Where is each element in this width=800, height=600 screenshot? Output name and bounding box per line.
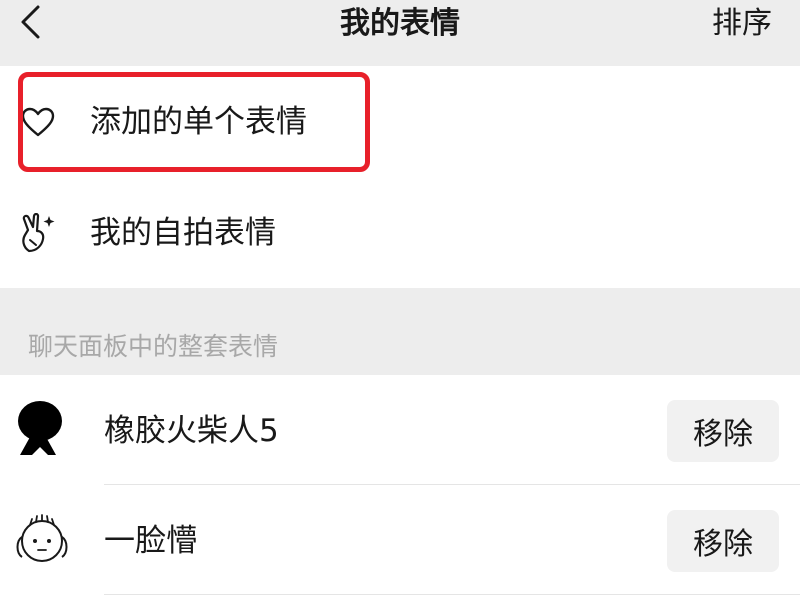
my-stickers-group: 添加的单个表情 我的自拍表情 bbox=[0, 66, 800, 288]
victory-hand-sparkle-icon bbox=[18, 212, 58, 253]
selfie-stickers-item[interactable]: 我的自拍表情 bbox=[0, 177, 800, 288]
selfie-stickers-label: 我的自拍表情 bbox=[90, 214, 276, 251]
divider bbox=[104, 594, 800, 595]
remove-button[interactable]: 移除 bbox=[667, 510, 779, 572]
sort-button[interactable]: 排序 bbox=[712, 2, 772, 46]
sticker-pack-list: 橡胶火柴人5 移除 一脸懵 移除 bbox=[0, 375, 800, 600]
page-title: 我的表情 bbox=[340, 6, 460, 41]
navigation-bar: 我的表情 排序 bbox=[0, 0, 800, 66]
sticker-pack-row: 一脸懵 移除 bbox=[0, 485, 800, 595]
pack-name: 橡胶火柴人5 bbox=[104, 413, 279, 449]
remove-button[interactable]: 移除 bbox=[667, 400, 779, 462]
single-stickers-item[interactable]: 添加的单个表情 bbox=[0, 66, 800, 177]
sticker-pack-row: 橡胶火柴人5 移除 bbox=[0, 375, 800, 485]
pack-name: 一脸懵 bbox=[104, 523, 197, 559]
single-stickers-label: 添加的单个表情 bbox=[90, 103, 307, 140]
section-header: 聊天面板中的整套表情 bbox=[28, 332, 279, 361]
black-stickman-icon bbox=[10, 397, 74, 461]
doodle-face-icon bbox=[10, 507, 74, 571]
heart-outline-icon bbox=[18, 102, 58, 142]
